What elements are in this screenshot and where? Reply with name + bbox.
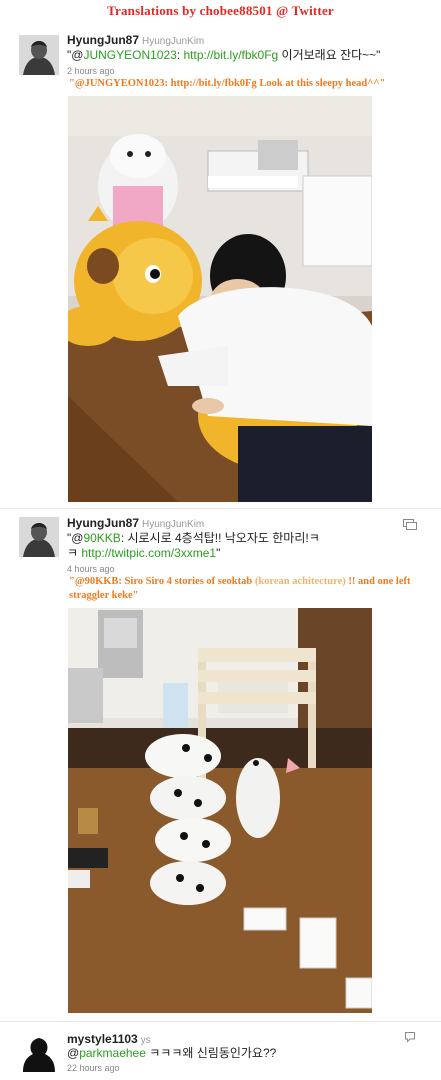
url-link[interactable]: http://twitpic.com/3xxme1 xyxy=(81,546,216,560)
mention-link[interactable]: JUNGYEON1023 xyxy=(83,48,176,62)
user-avatar[interactable] xyxy=(19,517,59,557)
tweet-text: @parkmaehee ㅋㅋㅋ왜 신림동인가요?? xyxy=(67,1046,277,1060)
tweet-text-line-1: "@90KKB: 시로시로 4층석탑!! 낙오자도 한마리!ㅋ xyxy=(67,531,320,545)
real-name: HyungJunKim xyxy=(142,519,205,530)
mention-link[interactable]: 90KKB xyxy=(83,531,120,545)
tweet-text-line-2: ㅋ http://twitpic.com/3xxme1" xyxy=(67,546,221,560)
tweet-photo[interactable] xyxy=(68,608,372,1013)
retweet-icon[interactable] xyxy=(403,517,417,535)
url-link[interactable]: http://bit.ly/fbk0Fg xyxy=(184,48,279,62)
translation-text: "@JUNGYEON1023: http://bit.ly/fbk0Fg Loo… xyxy=(69,78,386,89)
tweet-divider xyxy=(0,1021,441,1022)
real-name: ys xyxy=(140,1035,151,1046)
username[interactable]: HyungJun87 HyungJunKim xyxy=(67,33,204,47)
reply-icon[interactable] xyxy=(404,1030,416,1048)
mention-link[interactable]: parkmaehee xyxy=(79,1046,146,1060)
tweet-divider xyxy=(0,508,441,509)
tweet-text: "@JUNGYEON1023: http://bit.ly/fbk0Fg 이거보… xyxy=(67,48,381,62)
tweet-photo[interactable] xyxy=(68,96,372,502)
translation-credit-banner: Translations by chobee88501 @ Twitter xyxy=(107,3,334,18)
user-avatar[interactable] xyxy=(19,35,59,75)
translation-text: "@90KKB: Siro Siro 4 stories of seoktab … xyxy=(69,576,411,601)
username[interactable]: HyungJun87 HyungJunKim xyxy=(67,516,204,530)
translation-highlight: (korean achitecture) xyxy=(254,576,346,587)
user-avatar[interactable] xyxy=(19,1032,59,1072)
tweet-timestamp[interactable]: 2 hours ago xyxy=(67,66,115,76)
tweet-timestamp[interactable]: 22 hours ago xyxy=(67,1063,120,1073)
username[interactable]: mystyle1103 ys xyxy=(67,1032,151,1046)
real-name: HyungJunKim xyxy=(142,36,205,47)
tweet-timestamp[interactable]: 4 hours ago xyxy=(67,564,115,574)
